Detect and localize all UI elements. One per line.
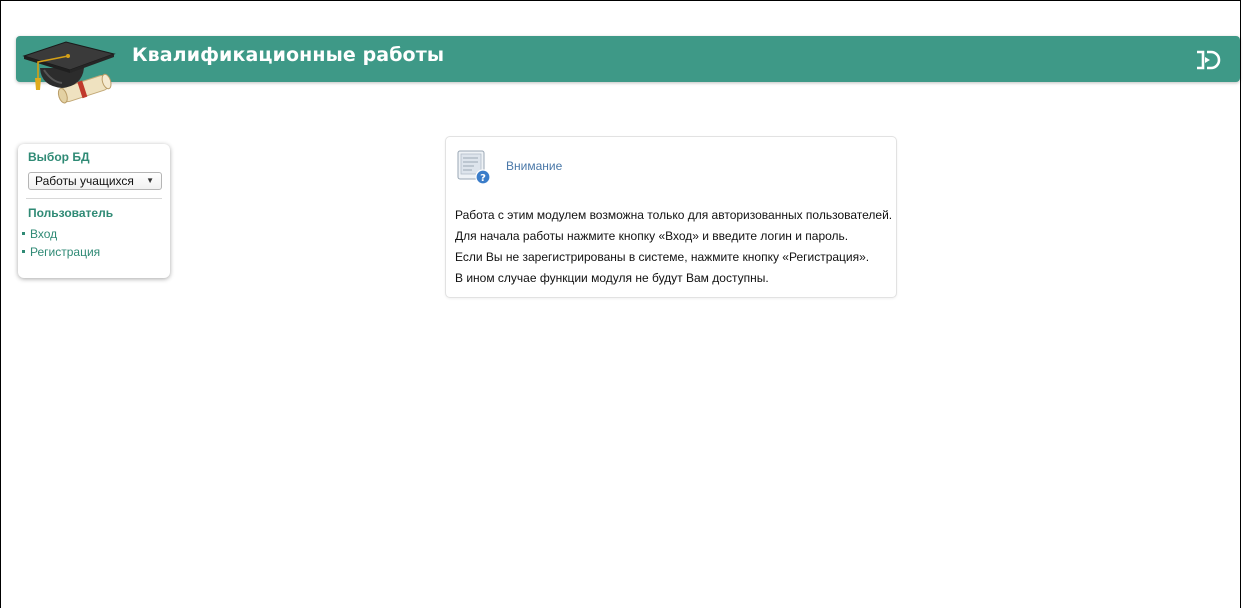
notice-text: Работа с этим модулем возможна только дл… xyxy=(455,205,892,289)
notice-title: Внимание xyxy=(506,159,563,173)
register-link[interactable]: Регистрация xyxy=(22,244,100,262)
db-select-heading: Выбор БД xyxy=(28,150,90,164)
db-select-value: Работы учащихся xyxy=(35,174,134,188)
page-frame xyxy=(0,0,1241,608)
graduation-cap-diploma-icon xyxy=(22,41,116,104)
db-select[interactable]: Работы учащихся ▼ xyxy=(28,172,162,190)
notice-line: Если Вы не зарегистрированы в системе, н… xyxy=(455,250,870,264)
notice-line: В ином случае функции модуля не будут Ва… xyxy=(455,271,769,285)
app-title: Квалификационные работы xyxy=(132,44,445,66)
app-header: Квалификационные работы xyxy=(16,36,1240,82)
document-help-icon: ? xyxy=(457,150,491,185)
bullet-icon xyxy=(22,250,25,254)
exit-logout-icon[interactable] xyxy=(1194,48,1222,72)
login-link[interactable]: Вход xyxy=(22,226,100,244)
user-heading: Пользователь xyxy=(28,206,114,220)
sidebar-divider xyxy=(26,198,162,199)
notice-panel: ? Внимание Работа с этим модулем возможн… xyxy=(445,136,897,298)
notice-line: Работа с этим модулем возможна только дл… xyxy=(455,208,893,222)
svg-text:?: ? xyxy=(480,173,486,184)
sidebar-panel: Выбор БД Работы учащихся ▼ Пользователь … xyxy=(18,144,170,278)
chevron-down-icon: ▼ xyxy=(146,176,154,185)
user-links: Вход Регистрация xyxy=(22,226,100,262)
bullet-icon xyxy=(22,232,25,236)
notice-line: Для начала работы нажмите кнопку «Вход» … xyxy=(455,229,849,243)
